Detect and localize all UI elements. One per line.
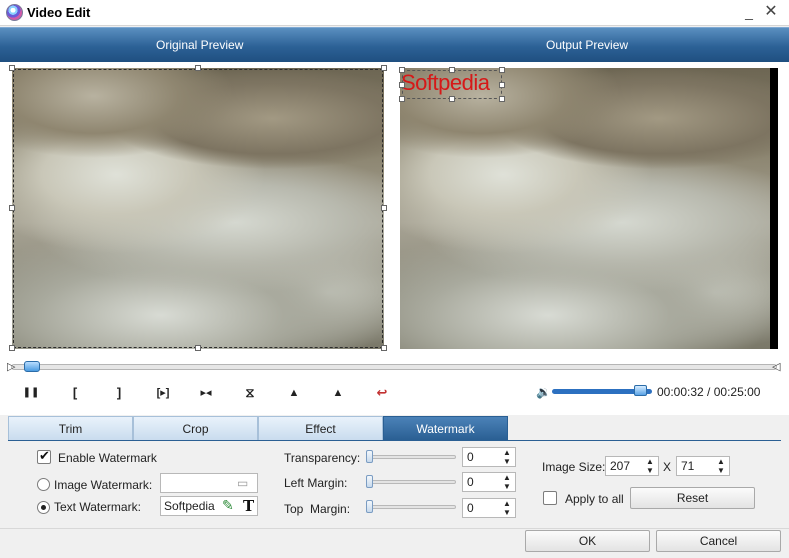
original-preview-frame [12,68,384,349]
spin-arrows-icon[interactable]: ▲ ▼ [715,457,727,475]
close-button[interactable]: ✕ [760,2,782,22]
enable-watermark-label: Enable Watermark [58,451,157,465]
title-bar: Video Edit _ ✕ [0,0,789,26]
transparency-slider[interactable] [368,455,456,459]
split-icon[interactable]: ⧖ [240,384,260,402]
crop-handle-bottom[interactable] [195,345,201,351]
top-margin-spinbox[interactable]: 0 ▲ ▼ [462,498,516,518]
image-height-value: 71 [681,459,695,473]
spin-arrows-icon[interactable]: ▲ ▼ [501,473,513,491]
original-preview-label: Original Preview [156,38,244,52]
crop-handle-bottom-right[interactable] [381,345,387,351]
mark-in-icon[interactable]: [ [65,384,85,402]
rotate-right-icon[interactable]: ▲ [328,384,348,402]
crop-handle-top[interactable] [195,65,201,71]
app-logo-icon [6,4,23,21]
output-preview-frame [400,68,778,349]
preview-header: Original Preview Output Preview [0,27,789,62]
image-height-spinbox[interactable]: 71 ▲ ▼ [676,456,730,476]
dialog-footer: OK Cancel [0,528,789,558]
next-frame-icon[interactable]: ▸◂ [196,384,216,402]
left-margin-thumb[interactable] [366,475,373,488]
step-frame-icon[interactable]: [▸] [151,384,175,402]
watermark-handle-top-left[interactable] [399,67,405,73]
trim-end-marker-icon[interactable]: ◁ [772,360,780,373]
text-watermark-label: Text Watermark: [54,500,141,514]
minimize-button[interactable]: _ [738,2,760,22]
left-margin-value: 0 [467,475,474,489]
watermark-handle-bottom-left[interactable] [399,96,405,102]
top-margin-slider[interactable] [368,505,456,509]
volume-icon[interactable]: 🔉 [536,385,551,399]
cancel-button[interactable]: Cancel [656,530,781,552]
checkmark-icon: ✔ [39,448,50,463]
crop-handle-top-right[interactable] [381,65,387,71]
image-watermark-label: Image Watermark: [54,478,153,492]
transparency-value: 0 [467,450,474,464]
total-time: 00:25:00 [713,385,761,399]
ok-button[interactable]: OK [525,530,650,552]
left-margin-label: Left Margin: [284,476,348,490]
window-title: Video Edit [27,5,91,20]
transparency-label: Transparency: [284,451,361,465]
crop-handle-bottom-left[interactable] [9,345,15,351]
left-margin-slider[interactable] [368,480,456,484]
seek-thumb[interactable] [24,361,40,372]
time-separator: / [703,385,714,399]
pause-icon[interactable]: ❚❚ [21,384,41,402]
spin-arrows-icon[interactable]: ▲ ▼ [501,499,513,517]
top-margin-thumb[interactable] [366,500,373,513]
tab-crop[interactable]: Crop [133,416,258,440]
top-margin-value: 0 [467,501,474,515]
mark-out-icon[interactable]: ] [109,384,129,402]
output-preview-label: Output Preview [546,38,629,52]
image-size-label: Image Size: [542,460,606,474]
spin-arrows-icon[interactable]: ▲ ▼ [644,457,656,475]
transparency-spinbox[interactable]: 0 ▲ ▼ [462,447,516,467]
preview-area [0,62,789,357]
watermark-handle-bottom[interactable] [449,96,455,102]
letterbox-bar [770,68,778,349]
image-width-value: 207 [610,459,631,473]
output-video-image [400,68,770,349]
tab-effect[interactable]: Effect [258,416,383,440]
image-width-spinbox[interactable]: 207 ▲ ▼ [605,456,659,476]
watermark-handle-right[interactable] [499,82,505,88]
rotate-left-icon[interactable]: ▲ [284,384,304,402]
spin-arrows-icon[interactable]: ▲ ▼ [501,448,513,466]
reset-button[interactable]: Reset [630,487,755,509]
crop-handle-right[interactable] [381,205,387,211]
crop-handle-top-left[interactable] [9,65,15,71]
top-margin-label: Top Margin: [284,502,351,516]
apply-to-all-checkbox[interactable] [543,491,557,505]
transparency-thumb[interactable] [366,450,373,463]
image-size-separator: X [663,460,672,474]
image-watermark-radio[interactable] [37,478,50,491]
current-time: 00:00:32 [657,385,704,399]
timeline-bar: ▷ ◁ ❚❚ [ ] [▸] ▸◂ ⧖ ▲ ▲ ↩ 🔉 00:00:32 / 0… [0,357,789,415]
watermark-handle-top-right[interactable] [499,67,505,73]
crop-selection-border[interactable] [13,69,383,348]
seek-track[interactable] [11,364,777,370]
tab-trim[interactable]: Trim [8,416,133,440]
undo-icon[interactable]: ↩ [372,384,392,402]
watermark-selection-box[interactable] [402,70,502,99]
pen-icon[interactable]: ✎ [222,497,234,514]
time-readout: 00:00:32 / 00:25:00 [657,385,760,399]
apply-to-all-label: Apply to all [565,492,624,506]
volume-thumb[interactable] [634,385,647,396]
watermark-handle-left[interactable] [399,82,405,88]
left-margin-spinbox[interactable]: 0 ▲ ▼ [462,472,516,492]
watermark-handle-bottom-right[interactable] [499,96,505,102]
crop-handle-left[interactable] [9,205,15,211]
watermark-settings-panel: ✔ Enable Watermark Image Watermark: ▭ Te… [8,441,781,526]
folder-icon[interactable]: ▭ [237,476,248,490]
enable-watermark-checkbox[interactable]: ✔ [37,448,51,464]
text-tool-icon[interactable]: T [243,497,254,515]
tab-watermark[interactable]: Watermark [383,416,508,440]
text-watermark-radio[interactable] [37,501,50,514]
trim-start-marker-icon[interactable]: ▷ [7,360,15,373]
watermark-handle-top[interactable] [449,67,455,73]
